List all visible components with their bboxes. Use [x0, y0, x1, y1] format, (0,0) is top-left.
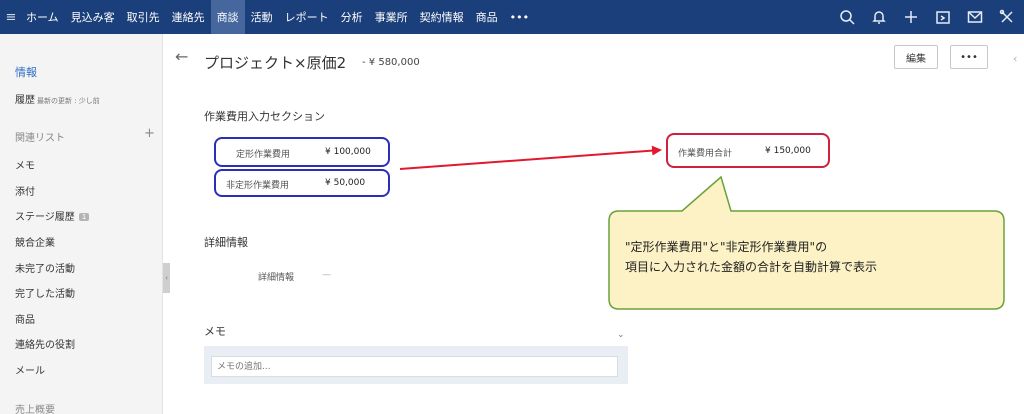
nav-items: ホーム 見込み客 取引先 連絡先 商談 活動 レポート 分析 事業所 契約情報 …	[20, 0, 535, 34]
fixed-cost-label: 定形作業費用	[236, 150, 291, 160]
detail-field-label: 詳細情報	[258, 273, 295, 283]
nav-item-products[interactable]: 商品	[470, 0, 504, 34]
nav-item-analytics[interactable]: 分析	[335, 0, 369, 34]
sidebar-tab-history[interactable]: 履歴 最新の更新 : 少し前	[15, 91, 100, 106]
related-list-header: 関連リスト	[15, 133, 65, 144]
callout-line-2: 項目に入力された金額の合計を自動計算で表示	[625, 260, 878, 274]
detail-field-value[interactable]: —	[322, 270, 331, 280]
chevron-left-icon[interactable]: ‹	[1013, 52, 1017, 65]
sidebar-item-open-activities[interactable]: 未完了の活動	[15, 260, 75, 275]
sidebar-item-emails[interactable]: メール	[15, 362, 45, 377]
nav-item-home[interactable]: ホーム	[20, 0, 65, 34]
sidebar-item-notes[interactable]: メモ	[15, 157, 35, 172]
calendar-icon[interactable]	[934, 8, 952, 26]
bell-icon[interactable]	[870, 8, 888, 26]
hamburger-icon[interactable]: ≡	[2, 0, 20, 34]
nav-item-activities[interactable]: 活動	[245, 0, 279, 34]
fixed-cost-value[interactable]: ¥ 100,000	[325, 147, 371, 157]
sidebar-item-contact-roles[interactable]: 連絡先の役割	[15, 336, 75, 351]
history-note: 最新の更新 : 少し前	[37, 97, 100, 105]
sidebar-item-competitors[interactable]: 競合企業	[15, 234, 55, 249]
chevron-down-icon[interactable]: ⌄	[617, 330, 625, 340]
cost-section-title: 作業費用入力セクション	[204, 110, 325, 123]
search-icon[interactable]	[838, 8, 856, 26]
total-cost-label: 作業費用合計	[678, 149, 733, 159]
memo-section-title: メモ	[204, 325, 226, 338]
count-badge: 1	[78, 213, 90, 221]
nav-item-deals[interactable]: 商談	[210, 0, 245, 34]
callout-text: "定形作業費用"と"非定形作業費用"の 項目に入力された金額の合計を自動計算で表…	[625, 237, 877, 277]
sidebar-tab-info[interactable]: 情報	[15, 64, 37, 80]
detail-section-title: 詳細情報	[204, 236, 248, 249]
connector-arrow	[399, 145, 662, 170]
mail-icon[interactable]	[966, 8, 984, 26]
nav-more-button[interactable]: •••	[504, 0, 535, 34]
nav-item-accounts[interactable]: 取引先	[121, 0, 166, 34]
total-cost-value: ¥ 150,000	[765, 146, 811, 156]
more-actions-button[interactable]: •••	[950, 45, 988, 69]
nonfixed-cost-label: 非定形作業費用	[226, 181, 290, 191]
back-arrow-icon[interactable]: ←	[175, 47, 188, 66]
nonfixed-cost-value[interactable]: ¥ 50,000	[325, 178, 365, 188]
sidebar-item-attachments[interactable]: 添付	[15, 183, 35, 198]
nav-item-leads[interactable]: 見込み客	[65, 0, 121, 34]
stage-history-label: ステージ履歴	[15, 212, 75, 223]
edit-button[interactable]: 編集	[894, 45, 938, 69]
record-title: プロジェクト×原価2	[204, 54, 347, 72]
plus-icon[interactable]	[902, 8, 920, 26]
nav-icon-group	[838, 0, 1016, 34]
history-label: 履歴	[15, 95, 35, 106]
nav-item-contacts[interactable]: 連絡先	[166, 0, 211, 34]
sidebar-item-closed-activities[interactable]: 完了した活動	[15, 285, 75, 300]
sidebar-collapse-handle[interactable]: ‹	[163, 263, 170, 293]
callout-line-1: "定形作業費用"と"非定形作業費用"の	[625, 240, 828, 254]
nav-item-contracts[interactable]: 契約情報	[414, 0, 470, 34]
left-sidebar: 情報 履歴 最新の更新 : 少し前 関連リスト + メモ 添付 ステージ履歴 1 競…	[0, 34, 163, 414]
nav-item-offices[interactable]: 事業所	[369, 0, 414, 34]
memo-input[interactable]	[211, 356, 618, 377]
nav-item-reports[interactable]: レポート	[279, 0, 335, 34]
add-related-button[interactable]: +	[144, 126, 155, 141]
sidebar-item-stage-history[interactable]: ステージ履歴 1	[15, 208, 90, 223]
sidebar-item-products[interactable]: 商品	[15, 311, 35, 326]
top-nav-bar: ≡ ホーム 見込み客 取引先 連絡先 商談 活動 レポート 分析 事業所 契約情…	[0, 0, 1024, 34]
sidebar-sales-summary[interactable]: 売上概要	[15, 401, 55, 414]
record-amount: - ¥ 580,000	[362, 57, 420, 68]
tools-icon[interactable]	[998, 8, 1016, 26]
